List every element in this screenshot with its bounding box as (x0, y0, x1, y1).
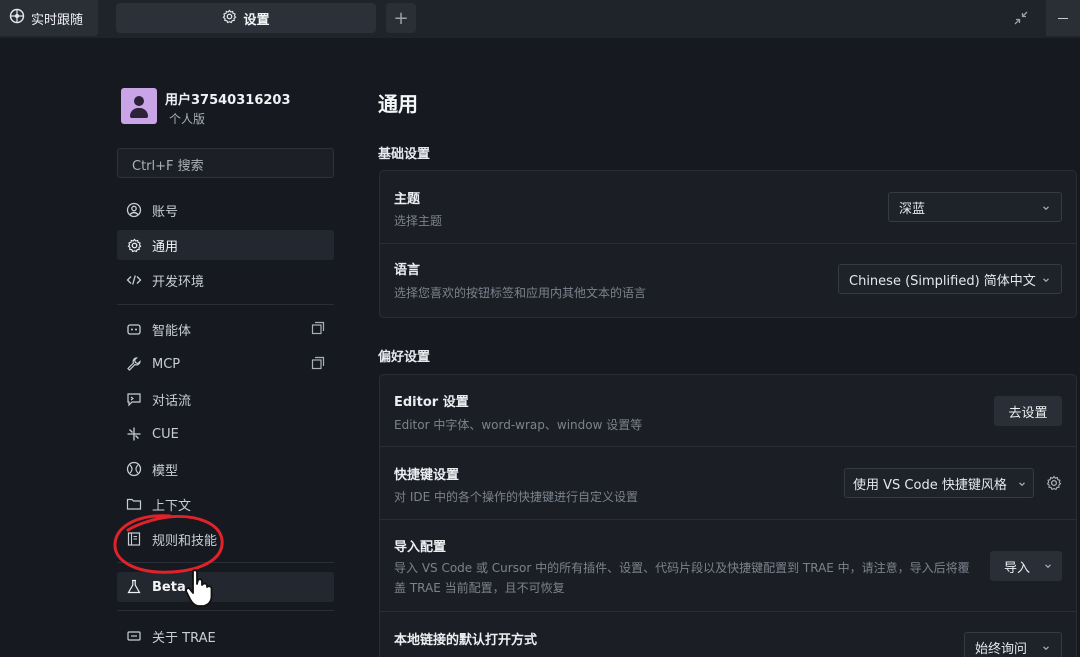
gear-icon (222, 8, 237, 28)
sidebar-item-label: 模型 (152, 463, 179, 479)
wrench-icon (126, 356, 142, 372)
info-icon (126, 628, 142, 644)
preference-settings-card: Editor 设置 Editor 中字体、word-wrap、window 设置… (379, 374, 1077, 657)
chevron-down-icon (1017, 478, 1027, 493)
section-title-basic: 基础设置 (378, 147, 431, 162)
editor-settings-description: Editor 中字体、word-wrap、window 设置等 (394, 418, 643, 432)
shortcut-settings-description: 对 IDE 中的各个操作的快捷键进行自定义设置 (394, 490, 638, 504)
row-divider (380, 243, 1076, 244)
gear-icon (126, 237, 142, 253)
editor-settings-title: Editor 设置 (394, 395, 469, 410)
link-open-value: 始终询问 (975, 641, 1028, 657)
theme-select-value: 深蓝 (899, 201, 926, 217)
sidebar-item-dev-env[interactable]: 开发环境 (117, 265, 334, 295)
import-settings-description: 导入 VS Code 或 Cursor 中的所有插件、设置、代码片段以及快捷键配… (394, 561, 970, 595)
avatar (121, 88, 157, 124)
theme-description: 选择主题 (394, 214, 443, 228)
tab-settings-label: 设置 (243, 12, 270, 28)
title-bar: 实时跟随 设置 + (0, 0, 1080, 38)
aperture-icon (9, 8, 25, 28)
code-icon (126, 272, 142, 288)
robot-icon (126, 321, 142, 337)
row-divider (380, 519, 1076, 520)
sidebar-item-label: 账号 (152, 204, 179, 220)
search-input[interactable]: Ctrl+F 搜索 (117, 148, 334, 178)
sidebar-item-mcp[interactable]: MCP (117, 349, 334, 379)
shortcut-style-value: 使用 VS Code 快捷键风格 (853, 477, 1007, 493)
sidebar-item-label: 通用 (152, 239, 179, 255)
sidebar-item-account[interactable]: 账号 (117, 195, 334, 225)
chevron-down-icon (1041, 642, 1051, 657)
sidebar-item-agents[interactable]: 智能体 (117, 314, 334, 344)
user-name: 用户37540316203 (165, 93, 291, 108)
sidebar-item-label: CUE (152, 426, 179, 442)
sidebar-item-label: MCP (152, 356, 181, 372)
chevron-down-icon (1043, 560, 1053, 575)
sidebar-item-label: 关于 TRAE (152, 630, 216, 646)
link-open-title: 本地链接的默认打开方式 (394, 633, 538, 648)
chat-icon (126, 391, 142, 407)
open-external-icon[interactable] (311, 356, 325, 374)
sidebar-divider (117, 610, 334, 611)
user-profile[interactable]: 用户37540316203 个人版 (121, 88, 336, 128)
import-button[interactable]: 导入 (990, 551, 1062, 581)
basic-settings-card: 主题 选择主题 深蓝 语言 选择您喜欢的按钮标签和应用内其他文本的语言 Chin… (379, 170, 1077, 318)
theme-title: 主题 (394, 192, 421, 207)
sidebar-item-label: 智能体 (152, 323, 192, 339)
collapse-icon[interactable] (1008, 6, 1034, 30)
page-title: 通用 (378, 92, 418, 116)
link-open-select[interactable]: 始终询问 (964, 632, 1062, 657)
theme-select[interactable]: 深蓝 (888, 192, 1062, 222)
sidebar-item-chat-flow[interactable]: 对话流 (117, 384, 334, 414)
language-description: 选择您喜欢的按钮标签和应用内其他文本的语言 (394, 286, 647, 300)
sidebar-item-cue[interactable]: CUE (117, 419, 334, 449)
language-select-value: Chinese (Simplified) 简体中文 (849, 273, 1036, 289)
section-title-preferences: 偏好设置 (378, 350, 431, 365)
open-external-icon[interactable] (311, 321, 325, 339)
language-select[interactable]: Chinese (Simplified) 简体中文 (838, 264, 1062, 294)
chevron-down-icon (1041, 274, 1051, 289)
tab-follow[interactable]: 实时跟随 (0, 0, 98, 36)
add-tab-button[interactable]: + (386, 3, 416, 33)
user-plan: 个人版 (169, 112, 206, 126)
language-title: 语言 (394, 263, 421, 278)
sidebar-item-models[interactable]: 模型 (117, 454, 334, 484)
sidebar-item-general[interactable]: 通用 (117, 230, 334, 260)
import-settings-title: 导入配置 (394, 540, 447, 555)
spark-icon (126, 426, 142, 442)
shortcut-settings-title: 快捷键设置 (394, 468, 460, 483)
row-divider (380, 446, 1076, 447)
gear-icon[interactable] (1044, 473, 1064, 493)
tab-follow-label: 实时跟随 (31, 12, 84, 28)
tab-settings[interactable]: 设置 (116, 3, 376, 33)
sidebar-item-about[interactable]: 关于 TRAE (117, 621, 334, 651)
user-circle-icon (126, 202, 142, 218)
row-divider (380, 611, 1076, 612)
minimize-button[interactable] (1046, 0, 1080, 36)
model-icon (126, 461, 142, 477)
sidebar-divider (117, 304, 334, 305)
chevron-down-icon (1041, 202, 1051, 217)
sidebar-item-label: 对话流 (152, 393, 192, 409)
go-settings-button[interactable]: 去设置 (994, 396, 1062, 426)
import-button-label: 导入 (1003, 560, 1030, 576)
hand-cursor-icon (184, 568, 218, 612)
shortcut-style-select[interactable]: 使用 VS Code 快捷键风格 (844, 468, 1034, 498)
sidebar-item-label: 开发环境 (152, 274, 205, 290)
minimize-icon (1058, 17, 1068, 19)
